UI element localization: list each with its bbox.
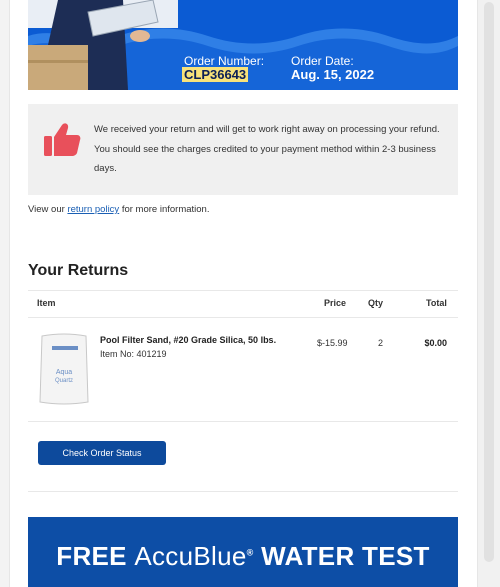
policy-prefix: View our xyxy=(28,204,68,215)
email-body: Order Number: CLP36643 Order Date: Aug. … xyxy=(9,0,478,587)
column-header-total: Total xyxy=(426,298,447,308)
promo-free: FREE xyxy=(56,541,127,571)
svg-text:Quartz: Quartz xyxy=(55,378,73,384)
policy-suffix: for more information. xyxy=(119,204,210,215)
divider xyxy=(28,317,458,318)
order-date-label: Order Date: xyxy=(291,54,354,68)
column-header-qty: Qty xyxy=(368,298,384,308)
scrollbar-thumb[interactable] xyxy=(484,2,494,562)
order-number-label: Order Number: xyxy=(184,54,265,68)
returns-title: Your Returns xyxy=(28,262,129,279)
thumbs-up-icon xyxy=(44,123,81,156)
promo-rest: WATER TEST xyxy=(261,541,430,571)
return-policy-link[interactable]: return policy xyxy=(67,204,119,215)
product-image: Aqua Quartz xyxy=(39,333,89,405)
order-number: CLP36643 xyxy=(182,67,249,82)
product-price: $-15.99 xyxy=(317,338,348,348)
notice-text: We received your return and will get to … xyxy=(94,124,440,174)
column-header-item: Item xyxy=(37,298,56,308)
hero-banner: Order Number: CLP36643 Order Date: Aug. … xyxy=(28,0,458,90)
check-order-status-button[interactable]: Check Order Status xyxy=(38,441,166,465)
promo-banner-text: FREE AccuBlue® WATER TEST xyxy=(28,541,458,572)
promo-reg: ® xyxy=(246,547,254,558)
delivery-person-image xyxy=(28,0,178,90)
product-name: Pool Filter Sand, #20 Grade Silica, 50 l… xyxy=(100,335,277,345)
product-item-number: Item No: 401219 xyxy=(100,349,167,359)
product-qty: 2 xyxy=(378,338,384,348)
divider xyxy=(28,421,458,422)
policy-text: View our return policy for more informat… xyxy=(28,204,209,215)
product-total: $0.00 xyxy=(424,338,447,348)
divider xyxy=(28,491,458,492)
column-header-price: Price xyxy=(324,298,347,308)
order-date: Aug. 15, 2022 xyxy=(291,67,375,82)
promo-banner[interactable]: FREE AccuBlue® WATER TEST xyxy=(28,517,458,587)
promo-brand: AccuBlue xyxy=(134,541,247,571)
return-notice: We received your return and will get to … xyxy=(28,104,458,195)
svg-text:Aqua: Aqua xyxy=(56,369,72,376)
divider xyxy=(28,290,458,291)
